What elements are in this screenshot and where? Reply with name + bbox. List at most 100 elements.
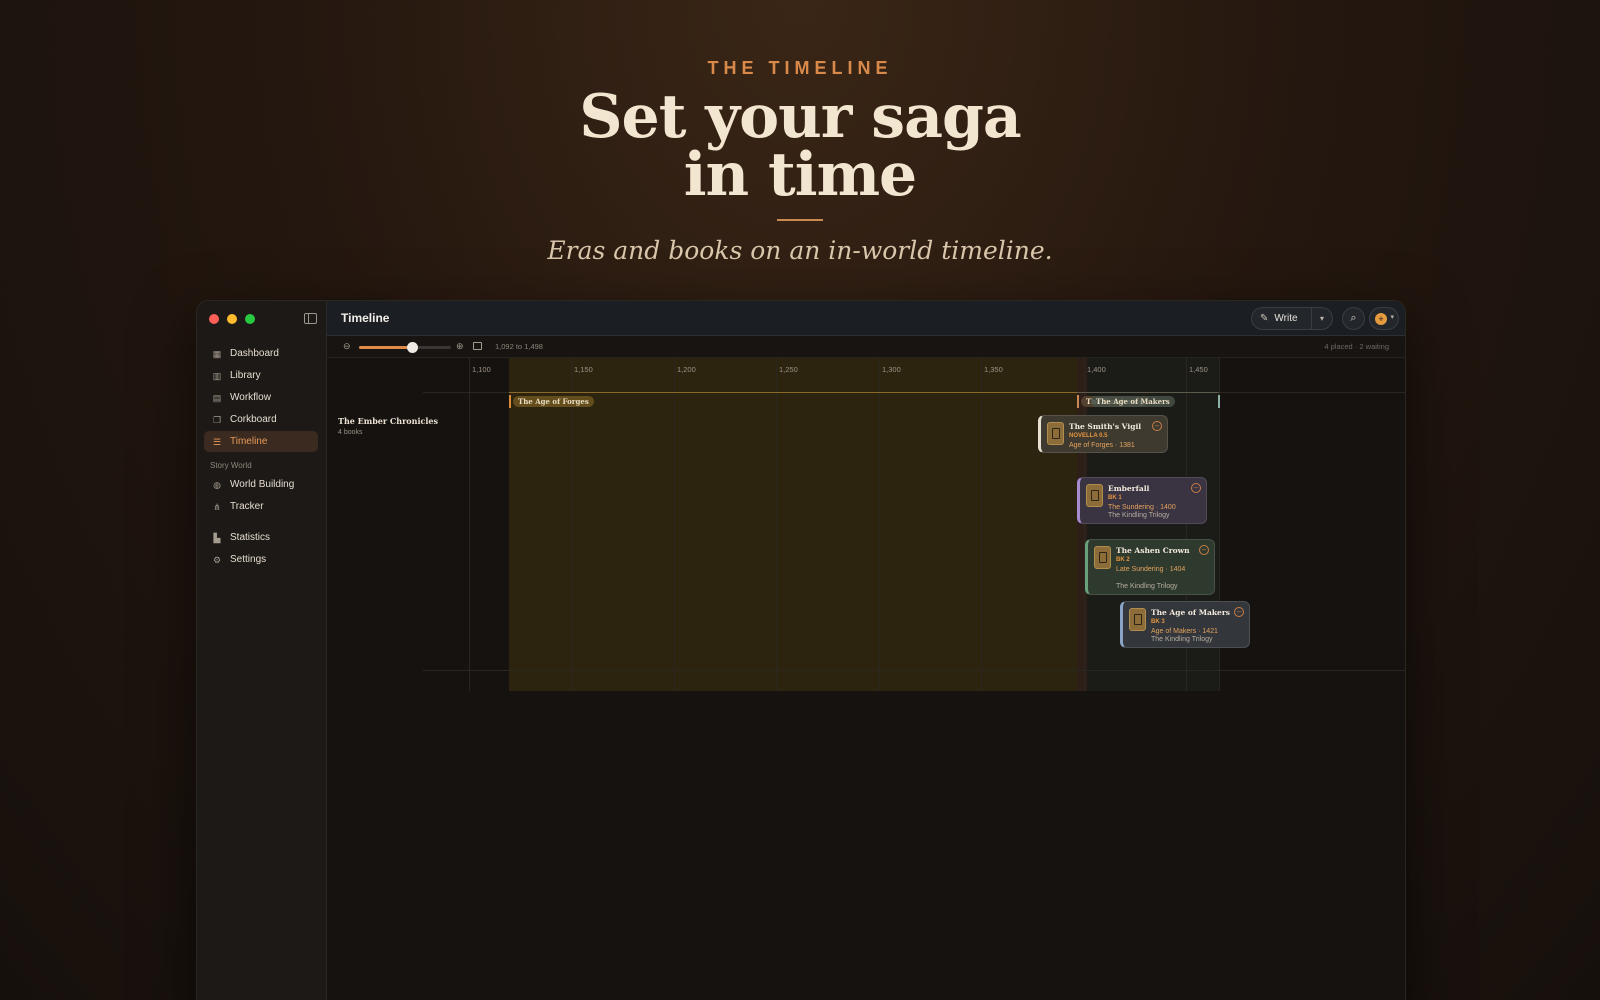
book-meta: Late Sundering · 1404 [1116,566,1186,573]
book-series: The Kindling Trilogy [1108,512,1170,519]
sidebar-item-label: Dashboard [230,348,279,359]
gridline [469,358,470,691]
sidebar-item-label: Statistics [230,532,271,543]
timeline-toolbar: ⊖ ⊕ 1,092 to 1,498 4 placed · 2 waiting [327,336,1405,358]
write-label: Write [1274,313,1298,324]
search-button[interactable]: ⌕ [1342,307,1365,330]
account-menu-button[interactable]: + ▾ [1369,307,1399,330]
book-title: The Ashen Crown [1116,546,1190,555]
divider [777,219,823,221]
zoom-slider-fill [359,346,413,349]
sidebar-nav: ▦ Dashboard ▥ Library ▤ Workflow ❐ Corkb… [204,343,318,571]
track-subtitle: 4 books [338,429,363,436]
era-label: The Age of Forges [513,396,594,407]
axis-tick-label: 1,100 [472,365,491,374]
write-button[interactable]: ✎ Write ▾ [1251,307,1333,330]
eyebrow-label: THE TIMELINE [707,58,893,78]
sidebar-item-settings[interactable]: ⚙ Settings [204,549,318,570]
tagline: Eras and books on an in-world timeline. [547,236,1053,265]
books-icon: ▥ [212,370,222,381]
era-label: The Age of Makers [1091,396,1175,407]
headline: Set your saga in time [0,82,1600,210]
sidebar-item-tracker[interactable]: ⋔ Tracker [204,496,318,517]
gridline [879,358,880,691]
sidebar-item-library[interactable]: ▥ Library [204,365,318,386]
timeline-canvas[interactable]: The Ember Chronicles 4 books 1,100 1,150 1… [327,358,1405,1000]
axis-tick-label: 1,450 [1189,365,1208,374]
app-window: ▦ Dashboard ▥ Library ▤ Workflow ❐ Corkb… [196,300,1406,1000]
sidebar-item-statistics[interactable]: ▙ Statistics [204,527,318,548]
axis-tick-label: 1,350 [984,365,1003,374]
era-top-line [509,392,1077,393]
era-band [509,358,1077,691]
page-title: Timeline [341,311,390,325]
headline-line-1: Set your saga [579,82,1022,152]
gridline [981,358,982,691]
chevron-down-icon[interactable]: ▾ [1312,314,1332,323]
era-edge-marker [1218,395,1220,408]
globe-icon: ◍ [213,479,221,490]
main-area: Timeline ✎ Write ▾ ⌕ + ▾ ⊖ ⊕ 1,092 to 1,… [327,301,1405,1000]
close-window-button[interactable] [209,314,219,324]
gridline [1084,358,1085,691]
axis-tick-label: 1,200 [677,365,696,374]
book-title: The Smith's Vigil [1069,422,1142,431]
gridline [674,358,675,691]
cards-icon: ❐ [212,414,222,425]
book-badge: NOVELLA 0.5 [1069,433,1108,439]
minimize-window-button[interactable] [227,314,237,324]
book-series: The Kindling Trilogy [1116,583,1178,590]
book-card[interactable]: The Smith's Vigil NOVELLA 0.5 Age of Forge… [1038,415,1168,453]
book-meta: The Sundering · 1400 [1108,504,1176,511]
sidebar-section-label: Story World [210,461,252,470]
axis-tick-label: 1,300 [882,365,901,374]
add-icon: + [1375,313,1387,325]
sidebar-item-label: Timeline [230,436,268,447]
sidebar-item-corkboard[interactable]: ❐ Corkboard [204,409,318,430]
pencil-icon: ✎ [1260,313,1269,324]
timeline-icon: ☰ [212,436,222,447]
sidebar-item-label: Library [230,370,261,381]
axis-tick-label: 1,400 [1087,365,1106,374]
book-card[interactable]: The Ashen Crown BK 2 Late Sundering · 1404… [1085,539,1215,595]
fit-to-view-icon[interactable] [473,342,482,350]
gridline [571,358,572,691]
headline-line-2: in time [683,140,917,210]
book-card[interactable]: The Age of Makers BK 3 Age of Makers · 142… [1120,601,1250,648]
book-badge: BK 3 [1151,619,1165,625]
zoom-window-button[interactable] [245,314,255,324]
zoom-in-icon[interactable]: ⊕ [456,341,464,352]
title-bar: Timeline ✎ Write ▾ ⌕ + ▾ [327,301,1405,336]
remove-from-timeline-icon[interactable]: – [1191,483,1201,493]
book-card[interactable]: Emberfall BK 1 The Sundering · 1400 The Kin… [1077,477,1207,524]
sidebar-item-world-building[interactable]: ◍ World Building [204,474,318,495]
zoom-slider[interactable] [359,342,451,353]
sidebar-item-label: Workflow [230,392,271,403]
book-cover-icon [1047,422,1064,445]
book-meta: Age of Makers · 1421 [1151,628,1218,635]
chevron-down-icon: ▾ [1390,314,1394,321]
sidebar-item-label: Settings [230,554,267,565]
columns-icon: ▤ [212,392,222,403]
placement-status: 4 placed · 2 waiting [1324,342,1389,351]
axis-tick-label: 1,150 [574,365,593,374]
era-edge-marker [1077,395,1079,408]
grid-icon: ▦ [212,348,222,359]
remove-from-timeline-icon[interactable]: – [1199,545,1209,555]
sidebar-item-label: Corkboard [230,414,277,425]
zoom-out-icon[interactable]: ⊖ [343,341,351,352]
sidebar-toggle-icon[interactable] [304,313,317,324]
sidebar-item-workflow[interactable]: ▤ Workflow [204,387,318,408]
remove-from-timeline-icon[interactable]: – [1234,607,1244,617]
book-series: The Kindling Trilogy [1151,636,1213,643]
zoom-slider-thumb[interactable] [407,342,419,353]
search-icon: ⌕ [1350,312,1357,324]
bar-chart-icon: ▙ [213,532,221,543]
book-title: Emberfall [1108,484,1150,493]
gear-icon: ⚙ [212,554,222,565]
remove-from-timeline-icon[interactable]: – [1152,421,1162,431]
gridline [776,358,777,691]
sidebar-item-timeline[interactable]: ☰ Timeline [204,431,318,452]
window-controls [209,314,255,324]
sidebar-item-dashboard[interactable]: ▦ Dashboard [204,343,318,364]
